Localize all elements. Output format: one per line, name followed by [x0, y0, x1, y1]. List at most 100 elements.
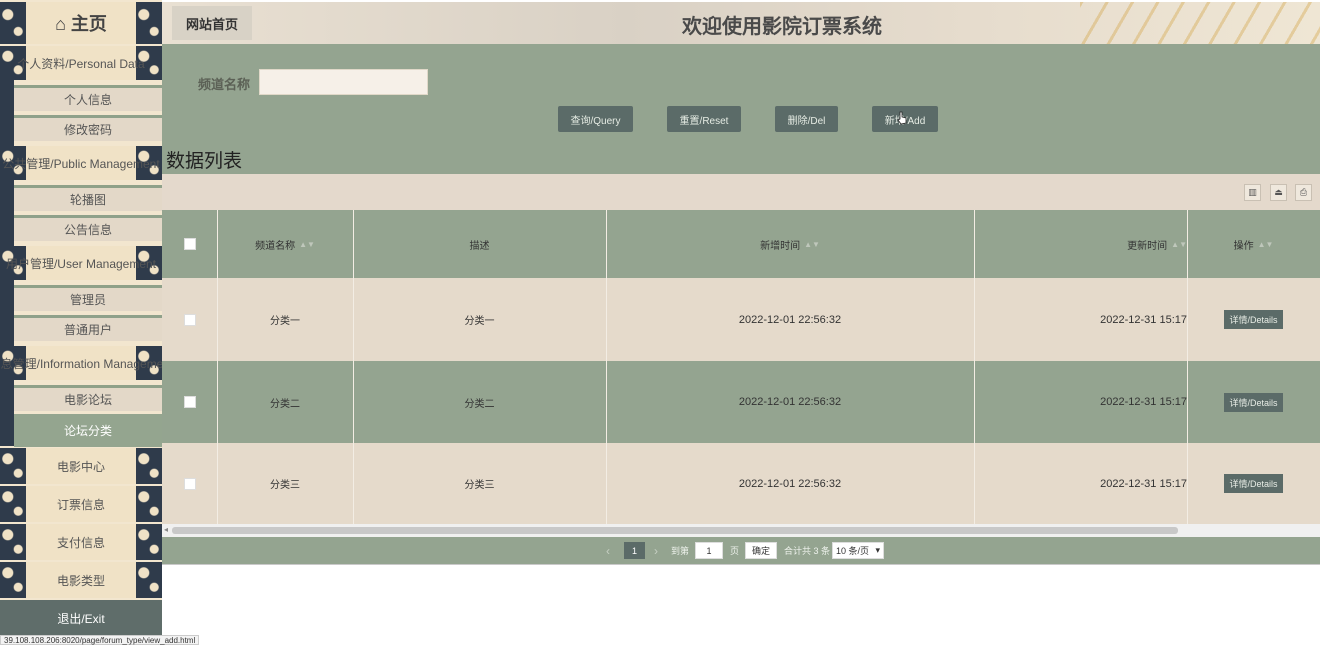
page-unit-label: 页: [730, 546, 740, 556]
sidebar-item-label: 订票信息: [56, 497, 105, 512]
cell-updated: 2022-12-31 15:17: [1100, 396, 1187, 408]
cell-name: 分类二: [270, 398, 300, 410]
sidebar-item-change-password[interactable]: 修改密码: [14, 115, 162, 141]
sidebar-group-public[interactable]: 公共管理/Public Management: [0, 146, 162, 180]
column-header-name[interactable]: 频道名称 ▲▼: [217, 210, 353, 278]
sidebar-decoration: [0, 380, 14, 446]
goto-label: 到第: [671, 546, 690, 556]
details-button[interactable]: 详情/Details: [1224, 392, 1283, 412]
table-row: 分类二 分类二 2022-12-01 22:56:32 2022-12-31 1…: [162, 361, 1320, 443]
next-page-button[interactable]: ›: [654, 542, 658, 559]
delete-button[interactable]: 删除/Del: [775, 106, 838, 132]
channel-name-label: 频道名称: [198, 77, 251, 92]
top-header: 网站首页 欢迎使用影院订票系统: [162, 2, 1320, 44]
page-size-select[interactable]: 10 条/页 ▾: [832, 542, 884, 559]
sidebar-item-personal-info[interactable]: 个人信息: [14, 85, 162, 111]
cell-updated: 2022-12-31 15:17: [1100, 313, 1187, 326]
sidebar-item-normal-user[interactable]: 普通用户: [14, 315, 162, 341]
cell-updated: 2022-12-31 15:17: [1100, 477, 1187, 490]
sidebar-group-label: 信息管理/Information Management: [0, 356, 162, 371]
sidebar-home[interactable]: ⌂ 主页: [0, 2, 162, 44]
sidebar-item-label: 支付信息: [56, 535, 105, 550]
sort-icon[interactable]: ▲▼: [804, 240, 820, 249]
sidebar-item-payment-info[interactable]: 支付信息: [0, 524, 162, 560]
cell-created: 2022-12-01 22:56:32: [738, 313, 842, 326]
search-panel: 频道名称 查询/Query 重置/Reset 删除/Del 新增/Add 数据列…: [162, 44, 1320, 174]
page-title: 数据列表: [166, 151, 243, 172]
details-button[interactable]: 详情/Details: [1224, 474, 1283, 493]
sidebar-item-ticket-info[interactable]: 订票信息: [0, 486, 162, 522]
table-header-row: 频道名称 ▲▼ 描述 新增时间 ▲▼ 更新时间 ▲▼ 操作 ▲▼: [162, 210, 1320, 278]
print-icon[interactable]: ⎙: [1295, 184, 1312, 201]
table-horizontal-scrollbar[interactable]: ◂: [162, 524, 1320, 537]
sidebar-item-movie-center[interactable]: 电影中心: [0, 448, 162, 484]
scroll-left-icon[interactable]: ◂: [164, 525, 168, 534]
window-edge: [1320, 0, 1324, 645]
sidebar-item-label: 电影类型: [56, 573, 105, 588]
sidebar-item-movie-forum[interactable]: 电影论坛: [14, 385, 162, 411]
details-button[interactable]: 详情/Details: [1224, 310, 1283, 329]
columns-icon[interactable]: ▥: [1244, 184, 1261, 201]
table-row: 分类三 分类三 2022-12-01 22:56:32 2022-12-31 1…: [162, 443, 1320, 524]
export-icon[interactable]: ⏏: [1270, 184, 1287, 201]
cell-created: 2022-12-01 22:56:32: [738, 477, 842, 490]
browser-status-url: 39.108.108.206:8020/page/forum_type/view…: [0, 635, 200, 645]
row-checkbox[interactable]: [183, 396, 196, 408]
pagination: ‹ 1 › 到第 页 确定 合计共 3 条 10 条/页▾: [162, 537, 1320, 564]
sidebar-group-personal[interactable]: 个人资料/Personal Data: [0, 46, 162, 80]
sidebar-item-announcement[interactable]: 公告信息: [14, 215, 162, 241]
goto-confirm-button[interactable]: 确定: [745, 542, 777, 559]
column-divider: [606, 210, 607, 524]
column-divider: [217, 210, 218, 524]
prev-page-button[interactable]: ‹: [606, 542, 610, 559]
sort-icon[interactable]: ▲▼: [1171, 240, 1187, 249]
total-count: 合计共 3 条: [784, 546, 831, 556]
row-checkbox[interactable]: [183, 313, 196, 326]
sidebar-group-label: 公共管理/Public Management: [2, 156, 160, 171]
table-row: 分类一 分类一 2022-12-01 22:56:32 2022-12-31 1…: [162, 278, 1320, 361]
column-header-updated[interactable]: 更新时间 ▲▼: [974, 210, 1187, 278]
sidebar-group-users[interactable]: 用户管理/User Management: [0, 246, 162, 280]
select-all-checkbox[interactable]: [183, 238, 196, 250]
sidebar-group-label: 用户管理/User Management: [5, 256, 157, 271]
goto-page-input[interactable]: [695, 542, 723, 559]
row-checkbox[interactable]: [183, 477, 196, 490]
sidebar-item-label: 电影中心: [56, 459, 105, 474]
sidebar-item-forum-category[interactable]: 论坛分类: [14, 414, 162, 447]
sidebar-decoration: [0, 280, 14, 346]
cell-desc: 分类三: [464, 480, 495, 491]
home-label: ⌂ 主页: [55, 14, 107, 34]
column-divider: [1187, 210, 1188, 524]
sidebar-item-movie-type[interactable]: 电影类型: [0, 562, 162, 598]
cell-name: 分类一: [270, 316, 300, 327]
page-number-1[interactable]: 1: [624, 542, 645, 559]
column-divider: [353, 210, 354, 524]
reset-button[interactable]: 重置/Reset: [667, 106, 741, 132]
site-title: 欢迎使用影院订票系统: [682, 16, 882, 38]
cell-created: 2022-12-01 22:56:32: [738, 396, 842, 408]
site-home-link[interactable]: 网站首页: [172, 6, 253, 40]
data-table: 频道名称 ▲▼ 描述 新增时间 ▲▼ 更新时间 ▲▼ 操作 ▲▼ 分类一 分类一 202…: [162, 210, 1320, 524]
column-divider: [974, 210, 975, 524]
pointer-hand-icon: [897, 111, 907, 125]
sidebar: ⌂ 主页 个人资料/Personal Data 个人信息 修改密码 公共管理/P…: [0, 0, 162, 636]
cell-desc: 分类二: [464, 398, 495, 410]
chevron-down-icon: ▾: [875, 545, 880, 555]
column-header-desc: 描述: [469, 240, 490, 252]
cell-desc: 分类一: [464, 316, 495, 327]
sidebar-decoration: [0, 180, 14, 246]
sidebar-group-information[interactable]: 信息管理/Information Management: [0, 346, 162, 380]
sort-icon: ▲▼: [1257, 239, 1274, 249]
query-button[interactable]: 查询/Query: [558, 106, 633, 132]
cell-name: 分类三: [270, 480, 300, 491]
sidebar-decoration: [0, 80, 14, 146]
channel-name-input[interactable]: [259, 69, 428, 95]
content-bottom: [162, 564, 1320, 572]
sort-icon[interactable]: ▲▼: [299, 240, 315, 249]
scrollbar-thumb[interactable]: [172, 527, 1178, 534]
sidebar-group-label: 个人资料/Personal Data: [17, 56, 145, 71]
logout-button[interactable]: 退出/Exit: [0, 600, 162, 636]
sidebar-item-admin[interactable]: 管理员: [14, 285, 162, 311]
column-header-created[interactable]: 新增时间 ▲▼: [606, 210, 974, 278]
sidebar-item-carousel[interactable]: 轮播图: [14, 185, 162, 211]
